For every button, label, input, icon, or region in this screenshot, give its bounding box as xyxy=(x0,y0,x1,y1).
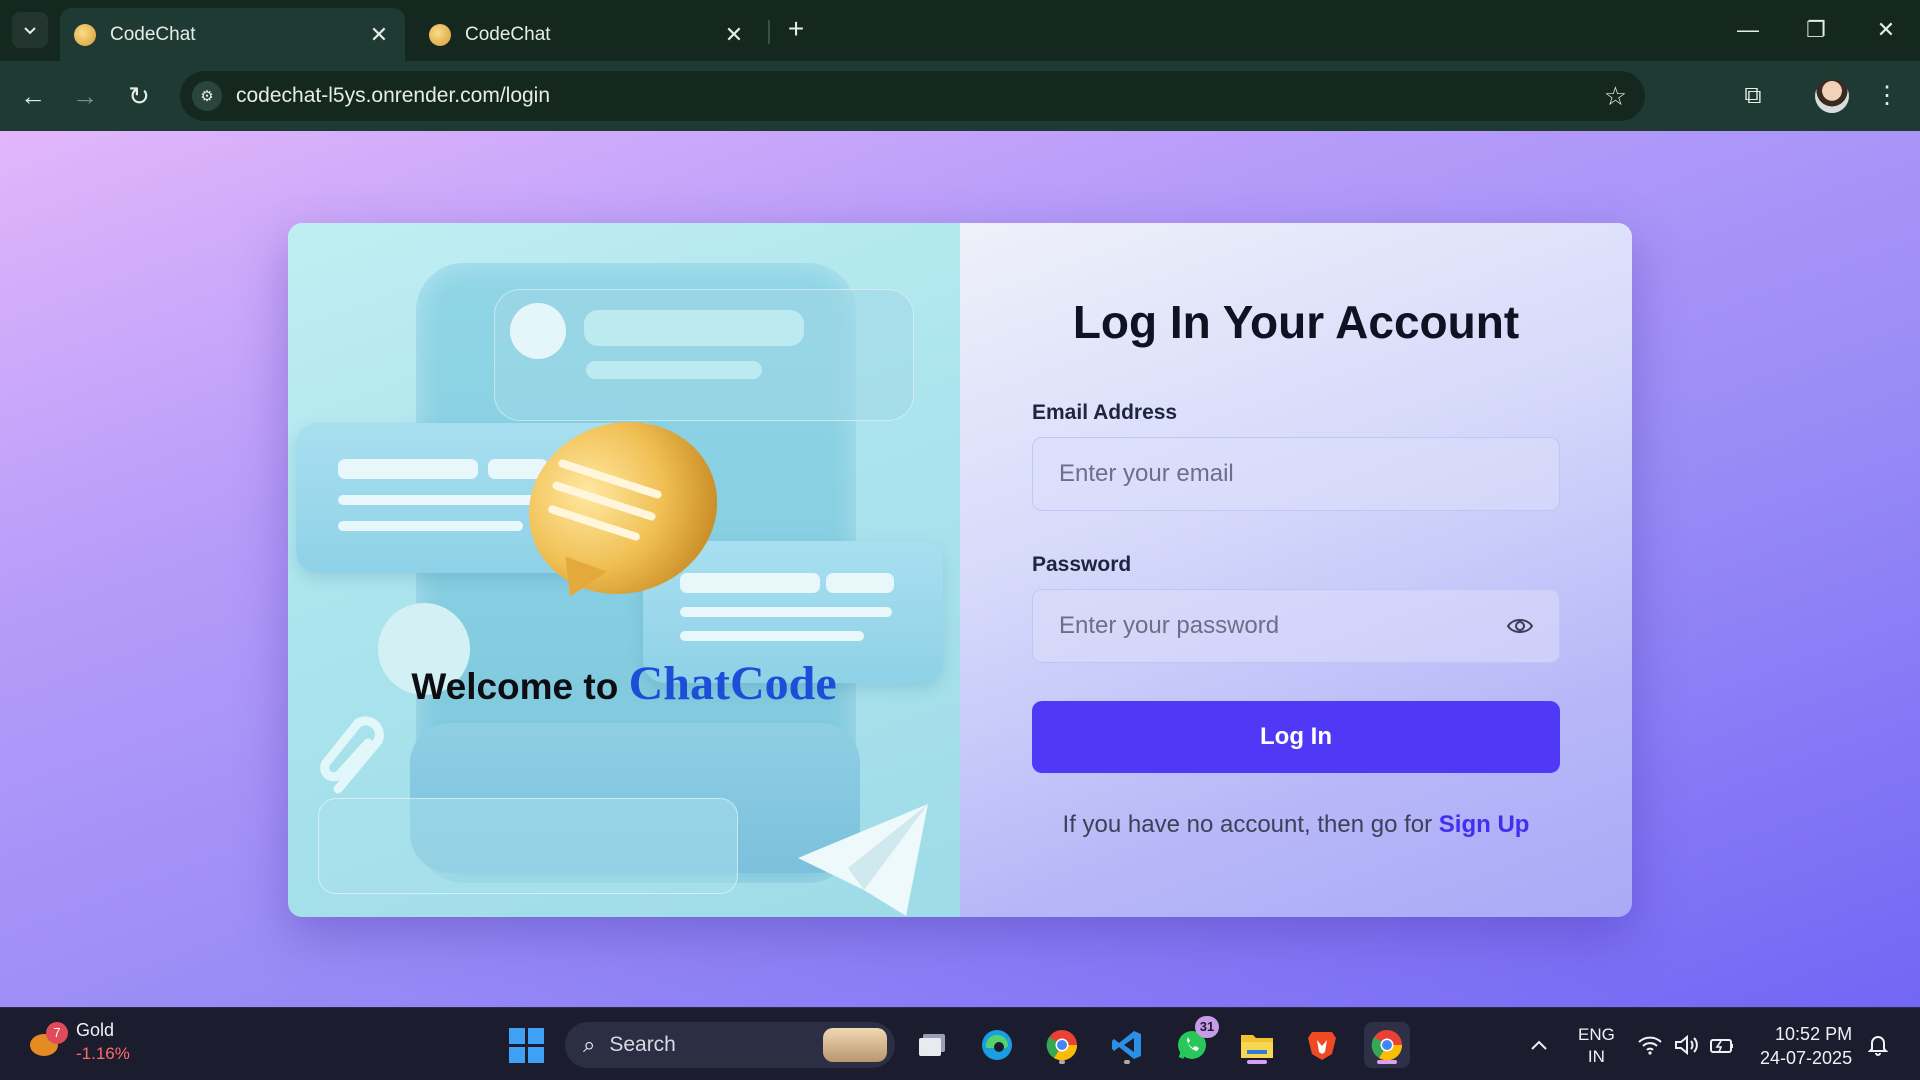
wifi-icon[interactable] xyxy=(1630,1022,1670,1068)
login-card: Welcome to ChatCode Log In Your Account … xyxy=(288,223,1632,917)
widget-badge: 7 xyxy=(46,1022,68,1044)
taskbar: 7 Gold -1.16% ⌕ Search 31 ENG IN 10:52 P… xyxy=(0,1007,1920,1080)
search-icon: ⌕ xyxy=(583,1032,596,1057)
bubble-line xyxy=(680,573,820,593)
bubble-line xyxy=(338,521,523,531)
tab-title: CodeChat xyxy=(110,23,196,45)
close-tab-icon[interactable]: ✕ xyxy=(365,22,393,48)
system-clock[interactable]: 10:52 PM 24-07-2025 xyxy=(1760,1022,1852,1070)
signup-link[interactable]: Sign Up xyxy=(1439,811,1530,838)
brand-name: ChatCode xyxy=(628,657,837,710)
widget-name: Gold xyxy=(76,1020,115,1040)
clock-time: 10:52 PM xyxy=(1775,1024,1853,1044)
bubble-line xyxy=(826,573,894,593)
running-indicator xyxy=(1247,1060,1267,1064)
favicon-icon xyxy=(74,23,96,46)
favicon-icon xyxy=(429,23,451,46)
notifications-icon[interactable] xyxy=(1858,1022,1898,1068)
language-indicator[interactable]: ENG IN xyxy=(1578,1024,1615,1068)
email-field[interactable] xyxy=(1057,459,1535,489)
bubble-line xyxy=(338,459,478,479)
browser-tab-strip: CodeChat ✕ CodeChat ✕ + — ❐ ✕ xyxy=(0,0,1920,61)
login-button[interactable]: Log In xyxy=(1032,701,1560,773)
avatar-circle-shape xyxy=(510,303,566,359)
new-tab-button[interactable]: + xyxy=(780,14,812,46)
site-settings-icon[interactable]: ⚙ xyxy=(192,81,222,111)
edge-browser-icon[interactable] xyxy=(974,1022,1020,1068)
forward-arrow-icon[interactable]: → xyxy=(66,77,104,115)
region-code: IN xyxy=(1587,1047,1605,1066)
tab-search-button[interactable] xyxy=(12,12,48,48)
chrome-active-icon[interactable] xyxy=(1364,1022,1410,1068)
task-view-icon[interactable] xyxy=(909,1022,955,1068)
widget-change: -1.16% xyxy=(76,1044,130,1063)
back-arrow-icon[interactable]: ← xyxy=(14,77,52,115)
welcome-prefix: Welcome to xyxy=(411,666,619,707)
email-field-wrapper xyxy=(1032,437,1560,511)
browser-tab[interactable]: CodeChat ✕ xyxy=(415,8,760,61)
menu-kebab-icon[interactable]: ⋮ xyxy=(1868,77,1906,115)
address-bar[interactable]: ⚙ codechat-l5ys.onrender.com/login ☆ xyxy=(180,71,1645,121)
file-explorer-icon[interactable] xyxy=(1234,1022,1280,1068)
password-label: Password xyxy=(1032,553,1132,576)
email-label: Email Address xyxy=(1032,401,1178,424)
search-label: Search xyxy=(609,1033,676,1056)
close-tab-icon[interactable]: ✕ xyxy=(720,22,748,48)
battery-charging-icon[interactable] xyxy=(1702,1022,1742,1068)
close-window-button[interactable]: ✕ xyxy=(1862,12,1910,48)
start-button[interactable] xyxy=(503,1022,549,1068)
windows-logo-icon xyxy=(508,1027,544,1063)
password-field[interactable] xyxy=(1057,611,1505,641)
password-field-wrapper xyxy=(1032,589,1560,663)
minimize-button[interactable]: — xyxy=(1724,12,1772,48)
whatsapp-icon[interactable]: 31 xyxy=(1169,1016,1219,1068)
tab-separator xyxy=(768,20,770,44)
signup-prompt-text: If you have no account, then go for xyxy=(1062,811,1433,838)
reload-icon[interactable]: ↻ xyxy=(120,77,158,115)
browser-tab-active[interactable]: CodeChat ✕ xyxy=(60,8,405,61)
url-text[interactable]: codechat-l5ys.onrender.com/login xyxy=(236,84,1604,108)
running-indicator xyxy=(1124,1060,1130,1064)
volume-icon[interactable] xyxy=(1666,1022,1706,1068)
clock-date: 24-07-2025 xyxy=(1760,1048,1853,1068)
notification-badge: 31 xyxy=(1195,1016,1219,1038)
login-form-panel: Log In Your Account Email Address Passwo… xyxy=(960,223,1632,917)
welcome-heading: Welcome to ChatCode xyxy=(288,656,960,711)
page-background: Welcome to ChatCode Log In Your Account … xyxy=(0,131,1920,1007)
running-indicator xyxy=(1059,1060,1065,1064)
message-line-shape xyxy=(584,310,804,346)
bubble-line xyxy=(680,631,864,641)
message-line-shape xyxy=(586,361,762,379)
browser-toolbar: ← → ↻ ⚙ codechat-l5ys.onrender.com/login… xyxy=(0,61,1920,131)
brave-browser-icon[interactable] xyxy=(1299,1022,1345,1068)
restore-button[interactable]: ❐ xyxy=(1792,12,1840,48)
show-hidden-icons-chevron-up-icon[interactable] xyxy=(1516,1022,1562,1068)
glass-message-card xyxy=(494,289,914,421)
paperclip-icon xyxy=(320,716,384,794)
signup-prompt: If you have no account, then go for Sign… xyxy=(960,811,1632,839)
bubble-line xyxy=(680,607,892,617)
gold-coins-icon: 7 xyxy=(24,1022,68,1062)
search-highlight-image xyxy=(823,1028,887,1062)
bookmark-star-icon[interactable]: ☆ xyxy=(1604,81,1627,112)
paper-plane-icon xyxy=(798,804,928,916)
illustration-panel: Welcome to ChatCode xyxy=(288,223,960,917)
extensions-icon[interactable]: ⧉ xyxy=(1734,77,1772,115)
language-code: ENG xyxy=(1578,1025,1615,1044)
glass-input-card xyxy=(318,798,738,894)
taskbar-search[interactable]: ⌕ Search xyxy=(565,1022,895,1068)
tab-title: CodeChat xyxy=(465,23,551,45)
market-widget[interactable]: 7 Gold -1.16% xyxy=(24,1020,130,1064)
page-title: Log In Your Account xyxy=(1072,296,1520,348)
chrome-profile-icon[interactable] xyxy=(1039,1022,1085,1068)
running-indicator xyxy=(1377,1060,1397,1064)
vscode-icon[interactable] xyxy=(1104,1022,1150,1068)
chevron-down-icon xyxy=(24,27,36,35)
show-password-eye-icon[interactable] xyxy=(1505,611,1535,641)
profile-avatar[interactable] xyxy=(1815,79,1849,113)
